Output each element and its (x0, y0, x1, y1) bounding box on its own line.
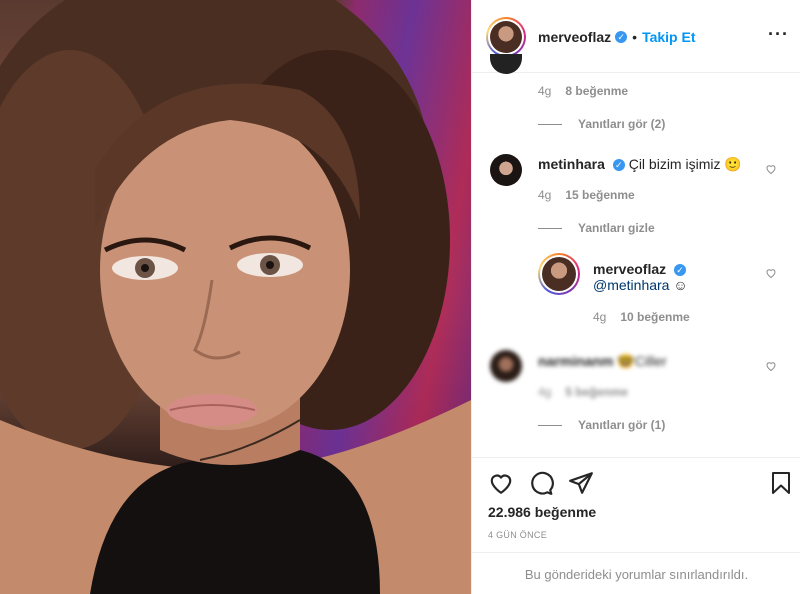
separator-dot: • (632, 29, 638, 45)
reply-time[interactable]: 4g (593, 310, 606, 324)
comment-likes[interactable]: 5 beğenme (565, 385, 628, 399)
like-comment-heart-icon[interactable] (765, 163, 777, 175)
post-actions: 22.986 beğenme 4 GÜN ÖNCE Bu gönderideki… (472, 457, 800, 594)
hide-replies-button[interactable]: Yanıtları gizle (538, 221, 655, 235)
selfie-illustration (0, 0, 471, 594)
commenter-avatar[interactable] (490, 350, 522, 382)
reply-body: merveoflaz ✓ (593, 261, 687, 277)
comment-username[interactable]: metinhara (538, 156, 605, 172)
comment-time[interactable]: 4g (538, 385, 551, 399)
comment-likes[interactable]: 8 beğenme (565, 84, 628, 98)
comment-icon[interactable] (528, 470, 554, 496)
heart-icon[interactable] (488, 470, 514, 496)
commenter-avatar[interactable] (490, 154, 522, 186)
comment-meta: 4g 15 beğenme (538, 188, 635, 202)
share-icon[interactable] (568, 470, 594, 496)
reply-meta: 4g 10 beğenme (593, 310, 690, 324)
follow-button[interactable]: Takip Et (642, 29, 695, 45)
header-info: merveoflaz ✓ • Takip Et (538, 29, 695, 45)
comment-time[interactable]: 4g (538, 188, 551, 202)
reply-emoji: ☺ (673, 277, 688, 293)
comment-username[interactable]: narminanm (538, 353, 613, 369)
comments-restricted-notice: Bu gönderideki yorumlar sınırlandırıldı. (472, 552, 800, 594)
view-replies-button[interactable]: Yanıtları gör (1) (538, 418, 665, 432)
verified-badge-icon: ✓ (674, 264, 687, 277)
author-avatar[interactable] (486, 17, 526, 57)
reply-likes[interactable]: 10 beğenme (620, 310, 689, 324)
comment-meta: 4g 5 beğenme (538, 385, 628, 399)
comment-time[interactable]: 4g (538, 84, 551, 98)
verified-badge-icon: ✓ (612, 159, 625, 172)
like-comment-heart-icon[interactable] (765, 360, 777, 372)
comment-text: Çil bizim işimiz 🙂 (628, 156, 742, 172)
reply-text: @metinhara ☺ (593, 277, 688, 293)
bookmark-icon[interactable] (769, 470, 793, 496)
comment-meta: 4g 8 beğenme (538, 84, 628, 98)
comment-likes[interactable]: 15 beğenme (565, 188, 634, 202)
comment-body: narminanm 🤓Ciller (538, 353, 667, 370)
comment-text: 🤓Ciller (617, 353, 667, 369)
post-sidebar: merveoflaz ✓ • Takip Et ··· 4g 8 beğenme … (471, 0, 800, 594)
verified-badge-icon: ✓ (615, 31, 628, 43)
comment-body: metinhara ✓ Çil bizim işimiz 🙂 (538, 156, 742, 173)
more-options-icon[interactable]: ··· (768, 25, 789, 43)
post-photo[interactable] (0, 0, 471, 594)
author-username[interactable]: merveoflaz (538, 29, 611, 45)
post-time-ago[interactable]: 4 GÜN ÖNCE (488, 530, 547, 540)
like-reply-heart-icon[interactable] (765, 267, 777, 279)
reply-mention[interactable]: @metinhara (593, 277, 669, 293)
reply-username[interactable]: merveoflaz (593, 261, 666, 277)
view-replies-button[interactable]: Yanıtları gör (2) (538, 117, 665, 131)
likes-count[interactable]: 22.986 beğenme (488, 504, 596, 520)
reply-author-avatar[interactable] (538, 253, 580, 295)
